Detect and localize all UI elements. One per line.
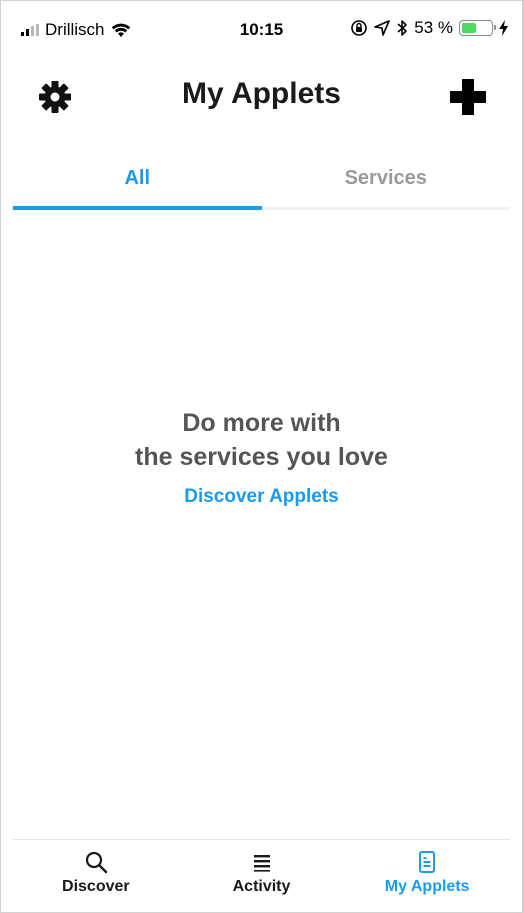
battery-icon bbox=[459, 20, 496, 36]
battery-fill bbox=[462, 23, 476, 33]
status-right: 53 % bbox=[350, 18, 508, 38]
page-title: My Applets bbox=[182, 77, 341, 110]
empty-state-line-2: the services you love bbox=[135, 443, 388, 471]
empty-state: Do more with the services you love Disco… bbox=[1, 406, 522, 508]
orientation-lock-icon bbox=[351, 20, 368, 36]
applets-icon bbox=[419, 851, 436, 873]
tab-all[interactable]: All bbox=[13, 153, 262, 210]
nav-discover[interactable]: Discover bbox=[13, 840, 179, 902]
bottom-navigation: Discover Activity My Applets bbox=[13, 839, 510, 902]
list-icon bbox=[253, 855, 270, 872]
nav-my-applets[interactable]: My Applets bbox=[344, 840, 510, 902]
app-screen: Drillisch 10:15 53 % My Applets All Serv… bbox=[0, 0, 524, 913]
bluetooth-icon bbox=[397, 20, 408, 36]
charging-icon bbox=[499, 20, 508, 36]
nav-activity-label: Activity bbox=[232, 878, 291, 895]
discover-applets-link[interactable]: Discover Applets bbox=[184, 486, 339, 508]
search-icon bbox=[85, 851, 108, 874]
header: My Applets bbox=[1, 61, 522, 131]
status-bar: Drillisch 10:15 53 % bbox=[1, 1, 522, 61]
nav-activity[interactable]: Activity bbox=[179, 840, 345, 902]
nav-discover-label: Discover bbox=[62, 878, 130, 895]
location-icon bbox=[374, 20, 391, 36]
nav-my-applets-label: My Applets bbox=[384, 878, 470, 895]
empty-state-line-1: Do more with bbox=[182, 409, 341, 437]
add-applet-button[interactable] bbox=[450, 79, 486, 115]
tab-services[interactable]: Services bbox=[262, 153, 511, 207]
tab-bar: All Services bbox=[13, 153, 510, 210]
battery-percentage: 53 % bbox=[414, 18, 453, 37]
